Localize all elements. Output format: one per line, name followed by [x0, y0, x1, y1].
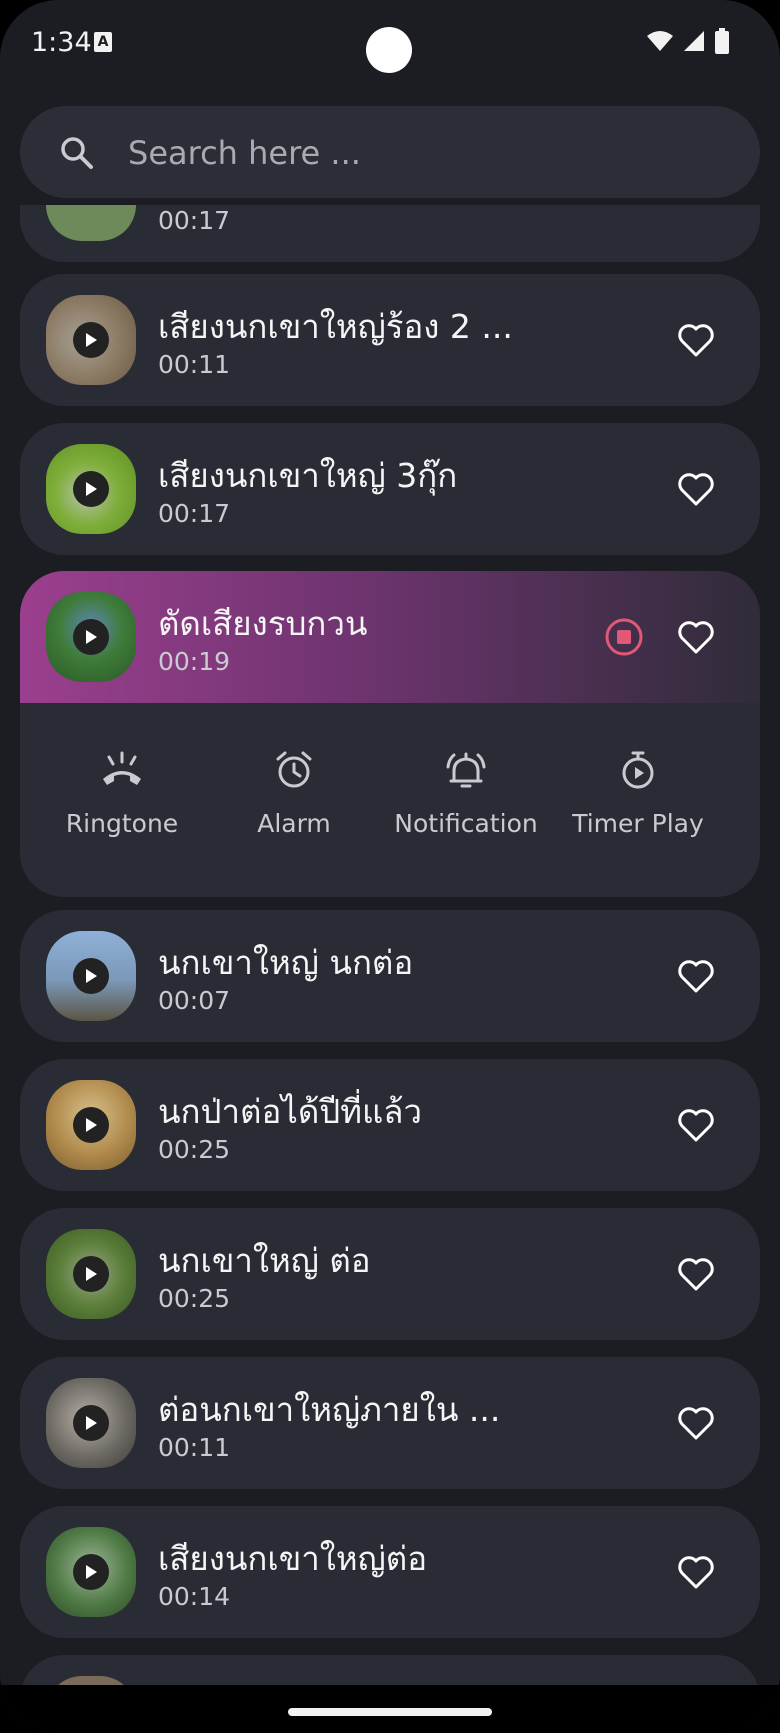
- expanded-list-item[interactable]: ตัดเสียงรบกวน 00:19 Ringtone Alarm Notif…: [20, 571, 760, 897]
- favorite-heart-icon[interactable]: [676, 617, 716, 657]
- favorite-heart-icon[interactable]: [676, 956, 716, 996]
- notification-button[interactable]: Notification: [376, 749, 556, 838]
- favorite-heart-icon[interactable]: [676, 1403, 716, 1443]
- item-duration: 00:11: [158, 350, 231, 379]
- list-item[interactable]: [20, 1655, 760, 1685]
- item-title: นกเขาใหญ่ นกต่อ: [158, 943, 414, 982]
- list-item[interactable]: เสียงนกเขาใหญ่ต่อ 00:14: [20, 1506, 760, 1638]
- play-icon[interactable]: [73, 471, 109, 507]
- status-time: 1:34: [31, 27, 92, 58]
- thumbnail-image[interactable]: [46, 1527, 136, 1617]
- item-title: นกเขาใหญ่ ต่อ: [158, 1241, 371, 1280]
- play-icon[interactable]: [73, 1554, 109, 1590]
- favorite-heart-icon[interactable]: [676, 1552, 716, 1592]
- list-item[interactable]: ต่อนกเขาใหญ่ภายใน ... 00:11: [20, 1357, 760, 1489]
- stop-icon[interactable]: [604, 617, 644, 657]
- thumbnail-image[interactable]: [46, 1378, 136, 1468]
- thumbnail-image[interactable]: [46, 592, 136, 682]
- item-duration: 00:19: [158, 647, 231, 676]
- list-item[interactable]: เสียงนกเขาใหญ่ร้อง 2 ... 00:11: [20, 274, 760, 406]
- alarm-button[interactable]: Alarm: [204, 749, 384, 838]
- play-icon[interactable]: [73, 619, 109, 655]
- favorite-heart-icon[interactable]: [676, 1105, 716, 1145]
- thumbnail-image[interactable]: [46, 1229, 136, 1319]
- thumbnail-image[interactable]: [46, 444, 136, 534]
- app-screen: 1:34 A 00:17 เสียงนกเขาใหญ่ร้อง 2 ... 00…: [0, 0, 780, 1733]
- favorite-heart-icon[interactable]: [676, 469, 716, 509]
- camera-cutout: [366, 27, 412, 73]
- list-item[interactable]: 00:17: [20, 205, 760, 262]
- timer-play-label: Timer Play: [572, 809, 704, 838]
- sound-list[interactable]: 00:17 เสียงนกเขาใหญ่ร้อง 2 ... 00:11 เสี…: [0, 205, 780, 1685]
- timer-icon: [622, 751, 654, 789]
- alarm-label: Alarm: [257, 809, 331, 838]
- notification-label: Notification: [394, 809, 538, 838]
- item-duration: 00:07: [158, 986, 231, 1015]
- notification-bell-icon: [446, 752, 486, 788]
- thumbnail-image: [46, 1676, 136, 1685]
- status-bar: 1:34 A: [0, 0, 780, 90]
- notification-badge-icon: A: [94, 32, 112, 52]
- list-item[interactable]: นกเขาใหญ่ ต่อ 00:25: [20, 1208, 760, 1340]
- play-icon[interactable]: [73, 1256, 109, 1292]
- play-icon[interactable]: [73, 1405, 109, 1441]
- thumbnail-image[interactable]: [46, 1080, 136, 1170]
- thumbnail-image[interactable]: [46, 295, 136, 385]
- item-duration: 00:11: [158, 1433, 231, 1462]
- item-title: เสียงนกเขาใหญ่ 3กุ๊ก: [158, 456, 458, 495]
- item-title: เสียงนกเขาใหญ่ต่อ: [158, 1539, 428, 1578]
- play-icon[interactable]: [73, 322, 109, 358]
- item-duration: 00:25: [158, 1135, 231, 1164]
- play-icon[interactable]: [73, 958, 109, 994]
- status-icons: [646, 28, 730, 54]
- item-title: ตัดเสียงรบกวน: [158, 604, 368, 643]
- item-title: นกป่าต่อได้ปีที่แล้ว: [158, 1092, 423, 1131]
- favorite-heart-icon[interactable]: [676, 320, 716, 360]
- search-input[interactable]: [126, 128, 730, 178]
- now-playing-row[interactable]: ตัดเสียงรบกวน 00:19: [20, 571, 760, 703]
- item-title: เสียงนกเขาใหญ่ร้อง 2 ...: [158, 307, 513, 346]
- favorite-heart-icon[interactable]: [676, 1254, 716, 1294]
- thumbnail-image: [46, 205, 136, 241]
- wifi-icon: [647, 31, 673, 51]
- list-item[interactable]: นกป่าต่อได้ปีที่แล้ว 00:25: [20, 1059, 760, 1191]
- list-item[interactable]: นกเขาใหญ่ นกต่อ 00:07: [20, 910, 760, 1042]
- set-as-actions: Ringtone Alarm Notification Timer Play: [20, 703, 760, 897]
- search-icon: [61, 137, 93, 169]
- signal-icon: [684, 31, 704, 51]
- item-duration: 00:25: [158, 1284, 231, 1313]
- ringtone-label: Ringtone: [65, 809, 179, 838]
- battery-icon: [715, 28, 729, 54]
- item-duration: 00:17: [158, 499, 231, 528]
- ringtone-icon: [103, 751, 141, 785]
- list-item[interactable]: เสียงนกเขาใหญ่ 3กุ๊ก 00:17: [20, 423, 760, 555]
- search-bar[interactable]: [20, 106, 760, 198]
- item-duration: 00:14: [158, 1582, 231, 1611]
- play-icon[interactable]: [73, 1107, 109, 1143]
- item-duration: 00:17: [158, 206, 231, 235]
- ringtone-button[interactable]: Ringtone: [32, 749, 212, 838]
- home-indicator[interactable]: [288, 1708, 492, 1716]
- alarm-icon: [276, 751, 312, 788]
- item-title: ต่อนกเขาใหญ่ภายใน ...: [158, 1390, 501, 1429]
- timer-play-button[interactable]: Timer Play: [548, 749, 728, 838]
- thumbnail-image[interactable]: [46, 931, 136, 1021]
